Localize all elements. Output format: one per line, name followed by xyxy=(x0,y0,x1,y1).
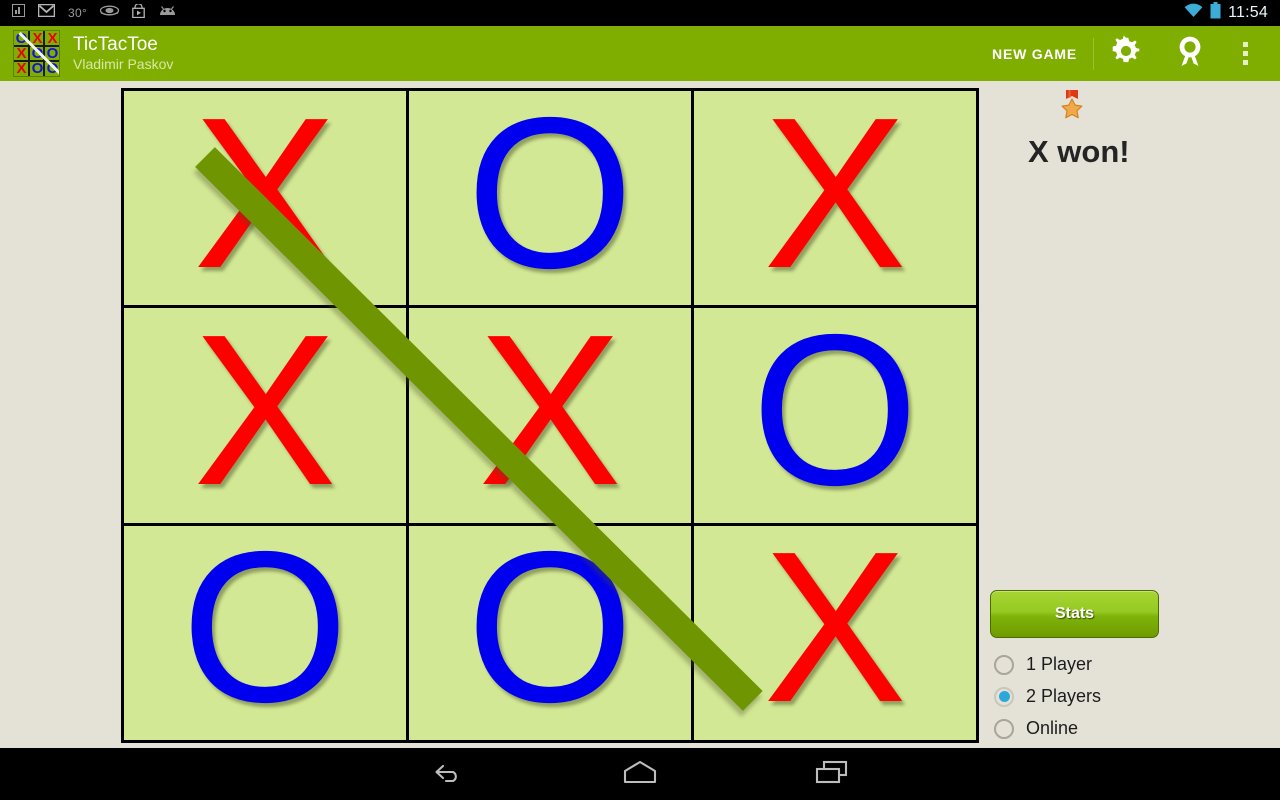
side-panel: X won! Stats 1 Player 2 Players Online xyxy=(981,82,1280,743)
status-bar-clock: 11:54 xyxy=(1228,4,1268,21)
cell-mark: O xyxy=(466,91,634,306)
gear-icon xyxy=(1110,35,1142,72)
new-game-button[interactable]: NEW GAME xyxy=(976,26,1093,81)
weather-temperature: 30° xyxy=(68,6,88,20)
android-icon xyxy=(158,4,177,22)
radio-button[interactable] xyxy=(994,654,1014,675)
game-board: X O X X X O O O X xyxy=(121,88,979,743)
back-arrow-icon xyxy=(430,760,466,789)
play-store-icon xyxy=(132,2,145,23)
overflow-menu-icon xyxy=(1242,51,1248,56)
radio-button[interactable] xyxy=(994,718,1014,739)
board-cell[interactable]: O xyxy=(409,91,691,306)
board-cell[interactable]: O xyxy=(409,525,691,740)
cell-mark: X xyxy=(193,308,337,523)
battery-icon xyxy=(1210,2,1221,24)
app-title-block: TicTacToe Vladimir Paskov xyxy=(73,35,173,72)
android-navigation-bar xyxy=(0,748,1280,800)
board-cell[interactable]: O xyxy=(694,308,976,523)
award-ribbon-icon xyxy=(1175,35,1205,72)
status-bar: 30° 11:54 xyxy=(0,0,1280,26)
status-bar-notification-icons: 30° xyxy=(0,2,1184,23)
awards-button[interactable] xyxy=(1158,26,1222,81)
board-cell[interactable]: X xyxy=(694,91,976,306)
status-bar-system-icons: 11:54 xyxy=(1184,2,1280,24)
overflow-menu-icon xyxy=(1242,42,1248,47)
medal-star-icon xyxy=(1056,89,1088,123)
mode-option-online[interactable]: Online xyxy=(994,718,1078,739)
gmail-icon xyxy=(37,3,56,22)
chart-icon xyxy=(12,4,25,22)
mode-option-2-players[interactable]: 2 Players xyxy=(994,686,1101,707)
board-cell[interactable]: X xyxy=(694,525,976,740)
cell-mark: O xyxy=(466,525,634,740)
eye-icon xyxy=(99,4,120,22)
board-cell[interactable]: O xyxy=(124,525,406,740)
mode-option-label: 1 Player xyxy=(1026,654,1093,674)
mode-option-label: Online xyxy=(1026,718,1079,738)
home-icon xyxy=(620,759,660,790)
cell-mark: X xyxy=(193,91,337,306)
cell-mark: X xyxy=(478,308,622,523)
recent-apps-icon xyxy=(813,759,851,790)
recent-apps-button[interactable] xyxy=(797,748,867,800)
overflow-menu-icon xyxy=(1242,60,1248,65)
board-cell[interactable]: X xyxy=(124,308,406,523)
back-button[interactable] xyxy=(413,748,483,800)
radio-button[interactable] xyxy=(994,686,1014,707)
board-cell[interactable]: X xyxy=(409,308,691,523)
wifi-icon xyxy=(1184,3,1203,23)
page-title: TicTacToe xyxy=(73,34,158,56)
cell-mark: X xyxy=(763,525,907,740)
mode-option-1-player[interactable]: 1 Player xyxy=(994,654,1092,675)
overflow-menu-button[interactable] xyxy=(1222,26,1268,81)
home-button[interactable] xyxy=(605,748,675,800)
settings-button[interactable] xyxy=(1094,26,1158,81)
action-bar: O X X X O O X O O TicTacToe Vladimir Pas… xyxy=(0,26,1280,81)
app-screen: 30° 11:54 O X X X O X O TicTacToe Vladim… xyxy=(0,0,1280,800)
cell-mark: O xyxy=(751,308,919,523)
app-subtitle: Vladimir Paskov xyxy=(73,56,174,73)
action-bar-buttons: NEW GAME xyxy=(976,26,1280,81)
game-result-text: X won! xyxy=(1028,134,1130,169)
board-cell[interactable]: X xyxy=(124,91,406,306)
stats-button[interactable]: Stats xyxy=(990,590,1159,638)
mode-option-label: 2 Players xyxy=(1026,686,1102,706)
tictactoe-logo-icon: O X X X O O X O O xyxy=(13,30,60,77)
cell-mark: O xyxy=(181,525,349,740)
cell-mark: X xyxy=(763,91,907,306)
